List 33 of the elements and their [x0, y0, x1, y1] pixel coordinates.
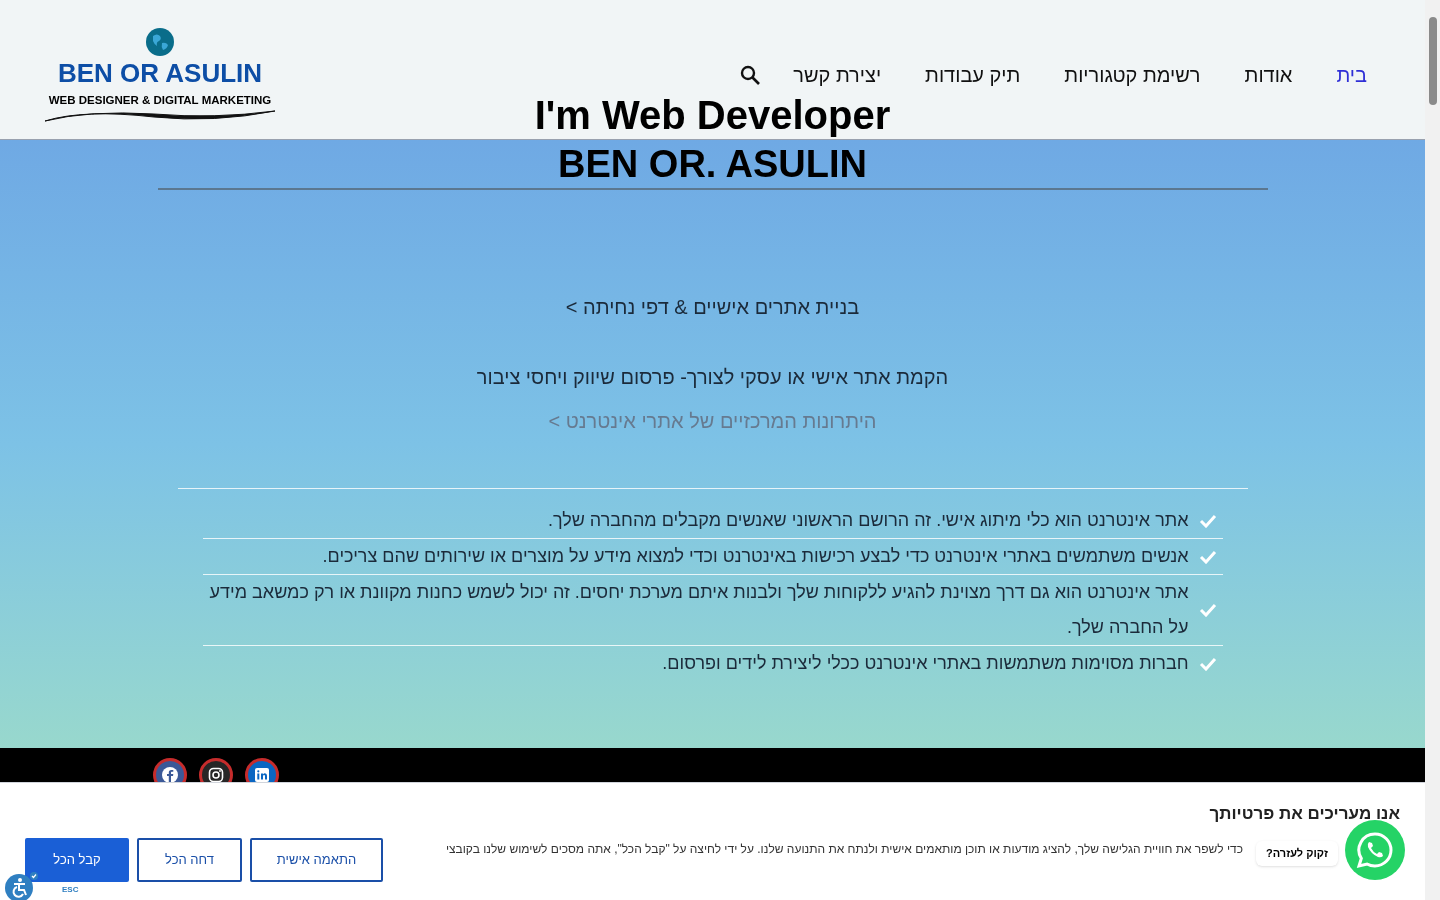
nav-link[interactable]: תיק עבודות: [925, 60, 1021, 90]
check-icon: [1198, 603, 1217, 617]
scrollbar[interactable]: [1425, 0, 1440, 900]
logo-tagline: WEB DESIGNER & DIGITAL MARKETING: [48, 93, 272, 108]
cookie-button[interactable]: קבל הכל: [25, 838, 129, 882]
nav-link[interactable]: רשימת קטגוריות: [1064, 60, 1201, 90]
services-link[interactable]: בניית אתרים אישיים & דפי נחיתה >: [565, 292, 860, 322]
scrollbar-thumb[interactable]: [1428, 17, 1437, 105]
nav-link[interactable]: אודות: [1244, 60, 1293, 90]
logo-title: BEN OR ASULIN: [57, 60, 263, 86]
search-icon[interactable]: [739, 64, 762, 86]
benefit-text: אנשים משתמשים באתרי אינטרנט כדי לבצע רכישות באינטרנט וכדי למצוא מידע על מוצרים או שירותים שהם צריכים.: [322, 545, 1189, 568]
benefit-text: אתר אינטרנט הוא כלי מיתוג אישי. זה הרושם הראשוני שאנשים מקבלים מהחברה שלך.: [547, 509, 1189, 532]
accessibility-hint: ESC: [62, 884, 79, 896]
check-icon: [1198, 549, 1217, 564]
hero-tagline: הקמת אתר אישי או עסקי לצורך- פרסום שיווק ויחסי ציבור: [476, 365, 949, 390]
help-bubble: זקוק לעזרה?: [1256, 841, 1338, 866]
nav-link[interactable]: בית: [1336, 60, 1367, 90]
cookie-text: כדי לשפר את חוויית הגלישה שלך, להציג מודעות או תוכן מותאמים אישית ולנתח את התנועה שלנו. על ידי לחיצה על "קבל הכל", אתה מסכים לשימוש שלנו בקובצי: [445, 841, 1243, 858]
hero-subtitle: BEN OR. ASULIN: [558, 142, 867, 186]
check-icon: [1198, 513, 1217, 528]
phone-chat-icon: [1355, 830, 1395, 870]
swoosh-icon: [44, 109, 276, 124]
globe-icon: [145, 27, 175, 57]
cookie-title: אנו מעריכים את פרטיותך: [1209, 803, 1400, 825]
accessibility-icon[interactable]: [5, 872, 35, 900]
benefit-text: חברות מסוימות משתמשות באתרי אינטרנט ככלי ליצירת לידים ופרסום.: [662, 652, 1189, 675]
check-icon: [1198, 656, 1217, 671]
benefit-text: אתר אינטרנט הוא גם דרך מצוינת להגיע ללקוחות שלך ולבנות איתם מערכת יחסים. זה יכול לשמש כחנות מקוונת או רק כמשאב מידע על החברה שלך.: [208, 581, 1189, 639]
nav-link[interactable]: יצירת קשר: [793, 60, 882, 90]
hero-title: I'm Web Developer: [534, 92, 891, 138]
cookie-button[interactable]: דחה הכל: [137, 838, 242, 882]
cookie-button[interactable]: התאמה אישית: [250, 838, 383, 882]
